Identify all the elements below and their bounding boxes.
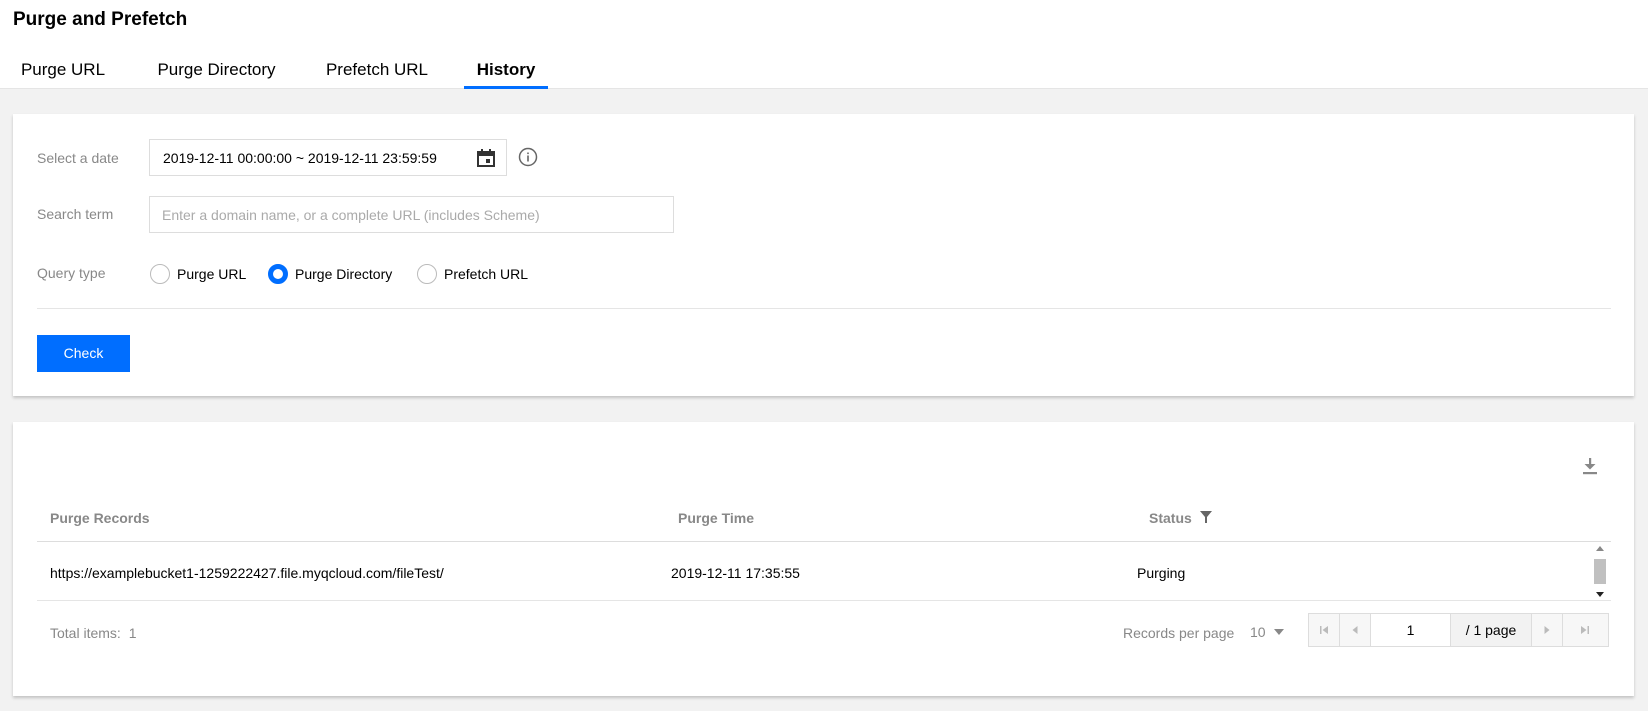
purge-time-cell: 2019-12-11 17:35:55 <box>671 565 800 581</box>
query-type-label: Query type <box>37 265 106 281</box>
date-range-value: 2019-12-11 00:00:00 ~ 2019-12-11 23:59:5… <box>163 150 437 166</box>
radio-unchecked-icon <box>150 264 170 284</box>
search-input[interactable] <box>149 196 674 233</box>
date-label: Select a date <box>37 150 119 166</box>
tab-history[interactable]: History <box>464 52 548 89</box>
table-row-divider <box>37 600 1611 601</box>
info-icon[interactable] <box>518 147 538 167</box>
radio-label: Purge Directory <box>295 266 393 282</box>
page-number-input[interactable] <box>1371 614 1451 646</box>
column-header-status[interactable]: Status <box>1149 510 1212 526</box>
date-range-picker[interactable]: 2019-12-11 00:00:00 ~ 2019-12-11 23:59:5… <box>149 139 507 176</box>
purge-record-cell: https://examplebucket1-1259222427.file.m… <box>50 565 444 581</box>
divider <box>37 308 1611 309</box>
page-total: / 1 page <box>1451 614 1532 646</box>
column-header-purge-time: Purge Time <box>678 510 754 526</box>
next-page-button[interactable] <box>1532 614 1563 646</box>
search-term-label: Search term <box>37 206 114 222</box>
calendar-icon[interactable] <box>476 148 496 168</box>
caret-down-icon <box>1273 629 1284 635</box>
results-panel: Purge Records Purge Time Status https://… <box>13 422 1634 696</box>
scroll-down-arrow-icon[interactable] <box>1596 592 1604 597</box>
first-page-button[interactable] <box>1309 614 1340 646</box>
records-per-page-label: Records per page <box>1123 625 1235 641</box>
tab-purge-directory[interactable]: Purge Directory <box>141 52 292 89</box>
next-page-icon <box>1544 626 1550 634</box>
radio-unchecked-icon <box>417 264 437 284</box>
radio-checked-icon <box>268 264 288 284</box>
scroll-thumb[interactable] <box>1594 559 1606 584</box>
last-page-icon <box>1581 626 1589 634</box>
radio-purge-url[interactable]: Purge URL <box>150 263 246 285</box>
total-items-count: 1 <box>128 625 137 641</box>
radio-purge-directory[interactable]: Purge Directory <box>268 263 392 285</box>
last-page-button[interactable] <box>1563 614 1608 646</box>
filter-panel: Select a date 2019-12-11 00:00:00 ~ 2019… <box>13 114 1634 396</box>
records-per-page-select[interactable]: 10 <box>1250 622 1284 642</box>
radio-prefetch-url[interactable]: Prefetch URL <box>417 263 528 285</box>
total-items: Total items: 1 <box>50 625 137 641</box>
total-items-label: Total items: <box>50 625 121 641</box>
radio-label: Prefetch URL <box>444 266 529 282</box>
tab-purge-url[interactable]: Purge URL <box>13 52 113 89</box>
previous-page-button[interactable] <box>1340 614 1371 646</box>
page-title: Purge and Prefetch <box>13 9 188 30</box>
page-header: Purge and Prefetch Purge URL Purge Direc… <box>0 0 1648 89</box>
first-page-icon <box>1320 626 1328 634</box>
radio-label: Purge URL <box>177 266 247 282</box>
tab-prefetch-url[interactable]: Prefetch URL <box>317 52 437 89</box>
download-icon[interactable] <box>1581 456 1599 476</box>
previous-page-icon <box>1352 626 1358 634</box>
status-cell: Purging <box>1137 565 1186 581</box>
scroll-up-arrow-icon[interactable] <box>1596 546 1604 551</box>
column-header-status-label: Status <box>1149 510 1192 526</box>
check-button[interactable]: Check <box>37 335 130 372</box>
pagination: / 1 page <box>1308 613 1609 647</box>
column-header-purge-records: Purge Records <box>50 510 150 526</box>
table-header-divider <box>37 541 1611 542</box>
records-per-page-value: 10 <box>1250 624 1266 640</box>
filter-icon[interactable] <box>1199 511 1212 523</box>
table-scrollbar[interactable] <box>1593 544 1607 599</box>
